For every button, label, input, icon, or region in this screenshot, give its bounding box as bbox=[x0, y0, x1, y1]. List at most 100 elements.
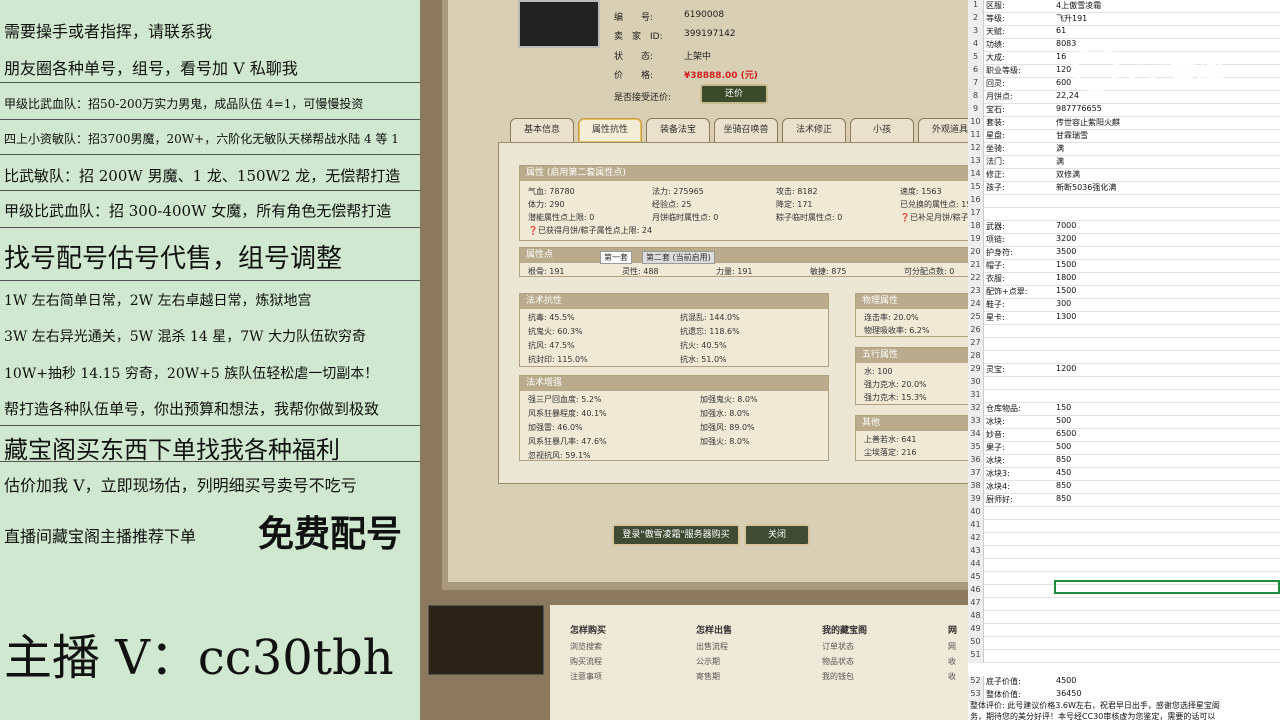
cell-value[interactable]: 120 bbox=[1056, 65, 1071, 74]
footer-link[interactable]: 网 bbox=[948, 641, 956, 652]
footer-link[interactable]: 我的钱包 bbox=[822, 671, 854, 682]
footer-link[interactable]: 购买流程 bbox=[570, 656, 602, 667]
cell-value[interactable]: 新断5036强化满 bbox=[1056, 182, 1116, 193]
cell-value[interactable]: 4上傲雪凌霜 bbox=[1056, 0, 1101, 11]
cell-label[interactable]: 星盘: bbox=[986, 130, 1005, 141]
footer-link[interactable]: 注意事项 bbox=[570, 671, 602, 682]
sheet-row: 17 bbox=[968, 208, 1280, 221]
cell-value[interactable]: 150 bbox=[1056, 403, 1071, 412]
cell-label[interactable]: 星卡: bbox=[986, 312, 1005, 323]
sheet-row: 37 冰块3: 450 bbox=[968, 468, 1280, 481]
cell-label[interactable]: 底子价值: bbox=[986, 676, 1021, 687]
cell-label[interactable]: 仓库物品: bbox=[986, 403, 1021, 414]
cell-label[interactable]: 果子: bbox=[986, 442, 1005, 453]
cell-value[interactable]: 300 bbox=[1056, 299, 1071, 308]
selected-cell[interactable] bbox=[1054, 580, 1280, 594]
footer-link[interactable]: 出售流程 bbox=[696, 641, 728, 652]
row-number: 47 bbox=[968, 598, 984, 611]
cell-value[interactable]: 3200 bbox=[1056, 234, 1076, 243]
cell-value[interactable]: 500 bbox=[1056, 442, 1071, 451]
cell-label[interactable]: 武器: bbox=[986, 221, 1005, 232]
cell-label[interactable]: 大成: bbox=[986, 52, 1005, 63]
cell-label[interactable]: 区服: bbox=[986, 0, 1005, 11]
footer-link[interactable]: 公示期 bbox=[696, 656, 720, 667]
cell-value[interactable]: 1800 bbox=[1056, 273, 1076, 282]
cell-label[interactable]: 配饰+点翠: bbox=[986, 286, 1027, 297]
bargain-button[interactable]: 还价 bbox=[700, 84, 768, 104]
cell-label[interactable]: 等级: bbox=[986, 13, 1005, 24]
footer-link[interactable]: 收 bbox=[948, 671, 956, 682]
enhance-cell: 忽视抗风: 59.1% bbox=[528, 451, 591, 460]
cell-label[interactable]: 鞋子: bbox=[986, 299, 1005, 310]
cell-label[interactable]: 天赋: bbox=[986, 26, 1005, 37]
sheet-row: 52 底子价值: 4500 bbox=[968, 676, 1280, 689]
cell-value[interactable]: 1500 bbox=[1056, 286, 1076, 295]
cell-label[interactable]: 坐骑: bbox=[986, 143, 1005, 154]
points-tab[interactable]: 第二套 (当前启用) bbox=[642, 251, 715, 264]
cell-value[interactable]: 36450 bbox=[1056, 689, 1081, 698]
cell-value[interactable]: 7000 bbox=[1056, 221, 1076, 230]
cell-label[interactable]: 衣服: bbox=[986, 273, 1005, 284]
cell-label[interactable]: 灵宝: bbox=[986, 364, 1005, 375]
cell-value[interactable]: 61 bbox=[1056, 26, 1066, 35]
cell-value[interactable]: 双修满 bbox=[1056, 169, 1080, 180]
cell-value[interactable]: 500 bbox=[1056, 416, 1071, 425]
cell-label[interactable]: 职业等级: bbox=[986, 65, 1021, 76]
footer-link[interactable]: 收 bbox=[948, 656, 956, 667]
tab-6[interactable]: 小孩 bbox=[850, 118, 914, 142]
tab-7[interactable]: 外观道具 bbox=[918, 118, 968, 142]
tab-5[interactable]: 法术修正 bbox=[782, 118, 846, 142]
cell-value[interactable]: 600 bbox=[1056, 78, 1071, 87]
cell-value[interactable]: 满 bbox=[1056, 143, 1064, 154]
cell-label[interactable]: 修正: bbox=[986, 169, 1005, 180]
footer-link[interactable]: 浏览搜索 bbox=[570, 641, 602, 652]
cell-value[interactable]: 1300 bbox=[1056, 312, 1076, 321]
cell-label[interactable]: 项链: bbox=[986, 234, 1005, 245]
cell-value[interactable]: 6500 bbox=[1056, 429, 1076, 438]
footer-link[interactable]: 物品状态 bbox=[822, 656, 854, 667]
cell-label[interactable]: 月饼点: bbox=[986, 91, 1013, 102]
cell-value[interactable]: 850 bbox=[1056, 494, 1071, 503]
cell-value[interactable]: 1200 bbox=[1056, 364, 1076, 373]
tab-3[interactable]: 装备法宝 bbox=[646, 118, 710, 142]
tab-2[interactable]: 属性抗性 bbox=[578, 118, 642, 142]
cell-value[interactable]: 987776655 bbox=[1056, 104, 1102, 113]
footer-link[interactable]: 寄售期 bbox=[696, 671, 720, 682]
cell-label[interactable]: 妙音: bbox=[986, 429, 1005, 440]
cell-value[interactable]: 甘霖瑞雪 bbox=[1056, 130, 1088, 141]
cell-label[interactable]: 帽子: bbox=[986, 260, 1005, 271]
cell-label[interactable]: 孩子: bbox=[986, 182, 1005, 193]
close-button[interactable]: 关闭 bbox=[744, 524, 810, 546]
cell-value[interactable]: 1500 bbox=[1056, 260, 1076, 269]
tab-4[interactable]: 坐骑召唤兽 bbox=[714, 118, 778, 142]
cell-label[interactable]: 冰块4: bbox=[986, 481, 1010, 492]
cell-value[interactable]: 传世容止紫阳火麒 bbox=[1056, 117, 1120, 128]
cell-value[interactable]: 850 bbox=[1056, 481, 1071, 490]
cell-label[interactable]: 冰块3: bbox=[986, 468, 1010, 479]
cell-value[interactable]: 850 bbox=[1056, 455, 1071, 464]
cell-label[interactable]: 功绩: bbox=[986, 39, 1005, 50]
cell-value[interactable]: 450 bbox=[1056, 468, 1071, 477]
cell-label[interactable]: 法门: bbox=[986, 156, 1005, 167]
cell-value[interactable]: 飞升191 bbox=[1056, 13, 1087, 24]
promo-line: 1W 左右简单日常，2W 左右卓越日常，炼狱地宫 bbox=[4, 293, 312, 309]
five-cell: 水: 100 bbox=[864, 367, 893, 376]
footer-link[interactable]: 订单状态 bbox=[822, 641, 854, 652]
cell-label[interactable]: 回灵: bbox=[986, 78, 1005, 89]
login-buy-button[interactable]: 登录"傲雪凌霜"服务器购买 bbox=[612, 524, 740, 546]
cell-label[interactable]: 冰块: bbox=[986, 455, 1005, 466]
cell-label[interactable]: 护身符: bbox=[986, 247, 1013, 258]
promo-line: 10W+抽秒 14.15 穷奇，20W+5 族队伍轻松虐一切副本！ bbox=[4, 366, 379, 382]
cell-label[interactable]: 套装: bbox=[986, 117, 1005, 128]
cell-value[interactable]: 16 bbox=[1056, 52, 1066, 61]
cell-value[interactable]: 3500 bbox=[1056, 247, 1076, 256]
tab-1[interactable]: 基本信息 bbox=[510, 118, 574, 142]
points-tab[interactable]: 第一套 bbox=[600, 251, 632, 264]
attributes-box-header: 属性 (启用第二套属性点) bbox=[520, 166, 968, 181]
cell-value[interactable]: 满 bbox=[1056, 156, 1064, 167]
cell-label[interactable]: 宝石: bbox=[986, 104, 1005, 115]
cell-value[interactable]: 4500 bbox=[1056, 676, 1076, 685]
cell-label[interactable]: 冰块: bbox=[986, 416, 1005, 427]
cell-label[interactable]: 厨师好: bbox=[986, 494, 1013, 505]
cell-label[interactable]: 整体价值: bbox=[986, 689, 1021, 700]
